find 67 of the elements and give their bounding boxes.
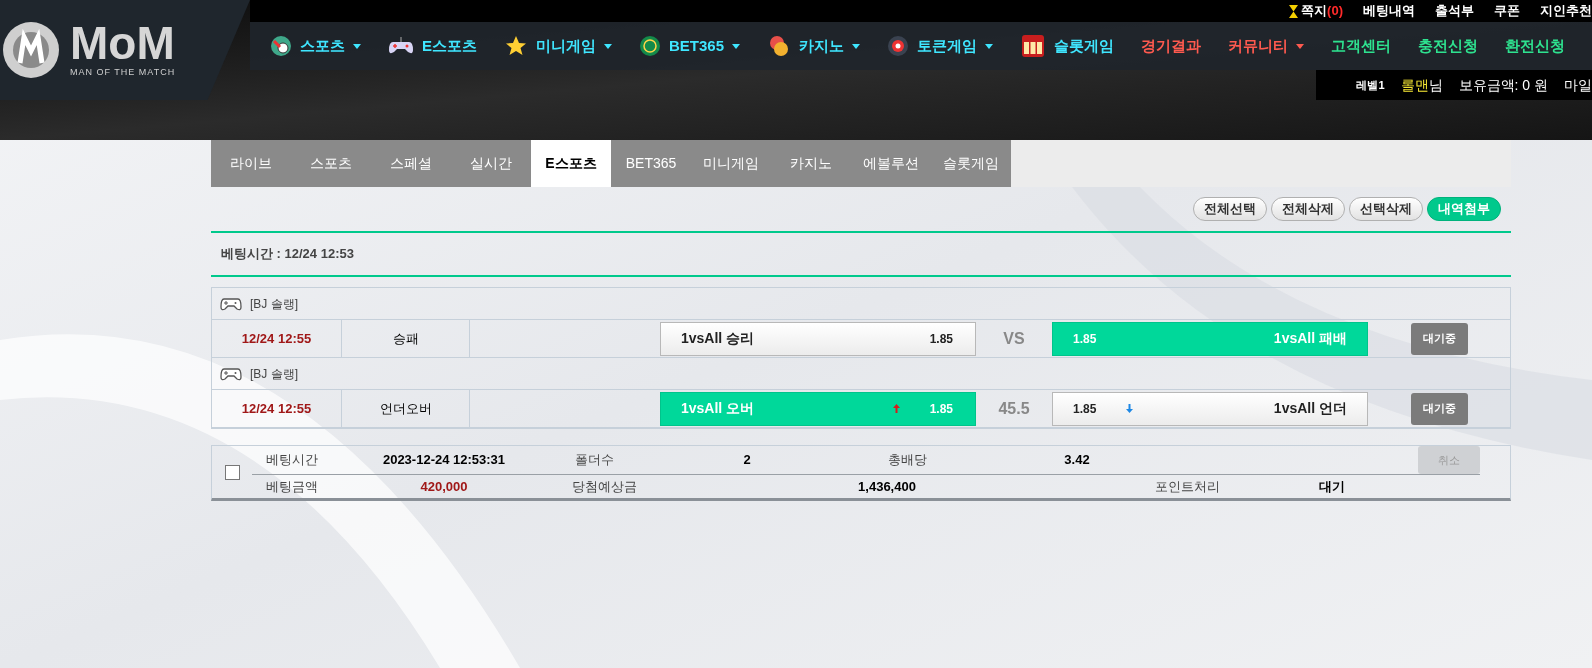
caret-icon <box>353 43 361 49</box>
logo-title: MoM <box>70 20 176 67</box>
logo-icon[interactable] <box>2 19 60 81</box>
summary-value: 2 <box>742 451 752 470</box>
market-type: 언더오버 <box>342 390 470 427</box>
nav-link[interactable]: 슬롯게임 <box>1020 33 1115 59</box>
action-button[interactable]: 선택삭제 <box>1349 197 1423 221</box>
mileage-text: 마일 <box>1564 75 1592 95</box>
odds-button[interactable]: 1.85 1vsAll 언더 <box>1052 391 1368 426</box>
nav-link[interactable]: 토큰게임 <box>887 34 994 58</box>
summary-value: 대기 <box>1318 477 1346 496</box>
top-link[interactable]: 쪽지(0) <box>1289 1 1343 21</box>
status-button[interactable]: 대기중 <box>1410 322 1468 355</box>
caret-icon <box>604 43 612 49</box>
top-link[interactable]: 출석부 <box>1435 1 1474 21</box>
logo-subtitle: MAN OF THE MATCH <box>70 66 176 80</box>
slot-machine-icon <box>1020 33 1047 59</box>
nav-link[interactable]: 경기결과 <box>1141 34 1202 58</box>
nav-link[interactable]: BET365 <box>639 34 741 58</box>
checkbox[interactable] <box>224 464 240 480</box>
nav-link[interactable]: 커뮤니티 <box>1228 34 1305 58</box>
action-button[interactable]: 전체삭제 <box>1271 197 1345 221</box>
nav-link[interactable]: 충전신청 <box>1418 34 1479 58</box>
top-link[interactable]: 쿠폰 <box>1494 1 1520 21</box>
handicap-value: VS <box>1002 328 1026 349</box>
soccer-ball-icon <box>270 35 292 57</box>
caret-icon <box>852 43 861 49</box>
match-time: 12/24 12:55 <box>212 390 342 427</box>
nav-link[interactable]: 고객센터 <box>1331 34 1392 58</box>
caret-icon <box>1296 43 1305 49</box>
league-name: [BJ 솔랭] <box>250 295 298 313</box>
odds-button[interactable]: 1vsAll 승리 1.85 <box>660 321 976 356</box>
handicap-value: 45.5 <box>997 398 1031 419</box>
league-name: [BJ 솔랭] <box>250 365 298 383</box>
summary-label: 총배당 <box>886 451 928 470</box>
summary-label: 포인트처리 <box>1153 477 1221 496</box>
caret-icon <box>732 43 741 49</box>
nav-link[interactable]: 스포츠 <box>270 34 361 58</box>
summary-label: 베팅금액 <box>265 477 319 496</box>
category-tab[interactable]: E스포츠 <box>531 140 611 187</box>
round-badge-icon <box>639 35 661 57</box>
nav-link[interactable]: 미니게임 <box>504 34 612 58</box>
top-link[interactable]: 베팅내역 <box>1363 1 1415 21</box>
chip-icon <box>887 35 910 57</box>
gamepad-icon <box>220 365 242 382</box>
summary-value: 2023-12-24 12:53:31 <box>381 451 507 470</box>
match-time: 12/24 12:55 <box>212 320 342 357</box>
balance-text: 보유금액: 0 원 <box>1458 75 1548 95</box>
bet-time-text: 베팅시간 : 12/24 12:53 <box>221 245 354 264</box>
action-button[interactable]: 전체선택 <box>1193 197 1267 221</box>
status-button[interactable]: 대기중 <box>1410 392 1468 425</box>
nav-link[interactable]: 환전신청 <box>1505 34 1566 58</box>
market-type: 승패 <box>342 320 470 357</box>
gamepad-icon <box>388 36 414 56</box>
user-name: 롤맨님 <box>1400 75 1443 95</box>
nav-link[interactable]: 카지노 <box>767 34 861 58</box>
summary-label: 폴더수 <box>573 451 615 470</box>
summary-label: 베팅시간 <box>265 451 319 470</box>
summary-value: 420,000 <box>419 477 469 496</box>
summary-value: 1,436,400 <box>857 477 917 496</box>
caret-icon <box>985 43 994 49</box>
summary-label: 당첨예상금 <box>570 477 638 496</box>
top-link[interactable]: 지인추천 <box>1540 1 1592 21</box>
level-label: 레벨1 <box>1356 77 1385 93</box>
gamepad-icon <box>220 295 242 312</box>
summary-value: 3.42 <box>1063 451 1091 470</box>
nav-link[interactable]: E스포츠 <box>388 34 477 58</box>
